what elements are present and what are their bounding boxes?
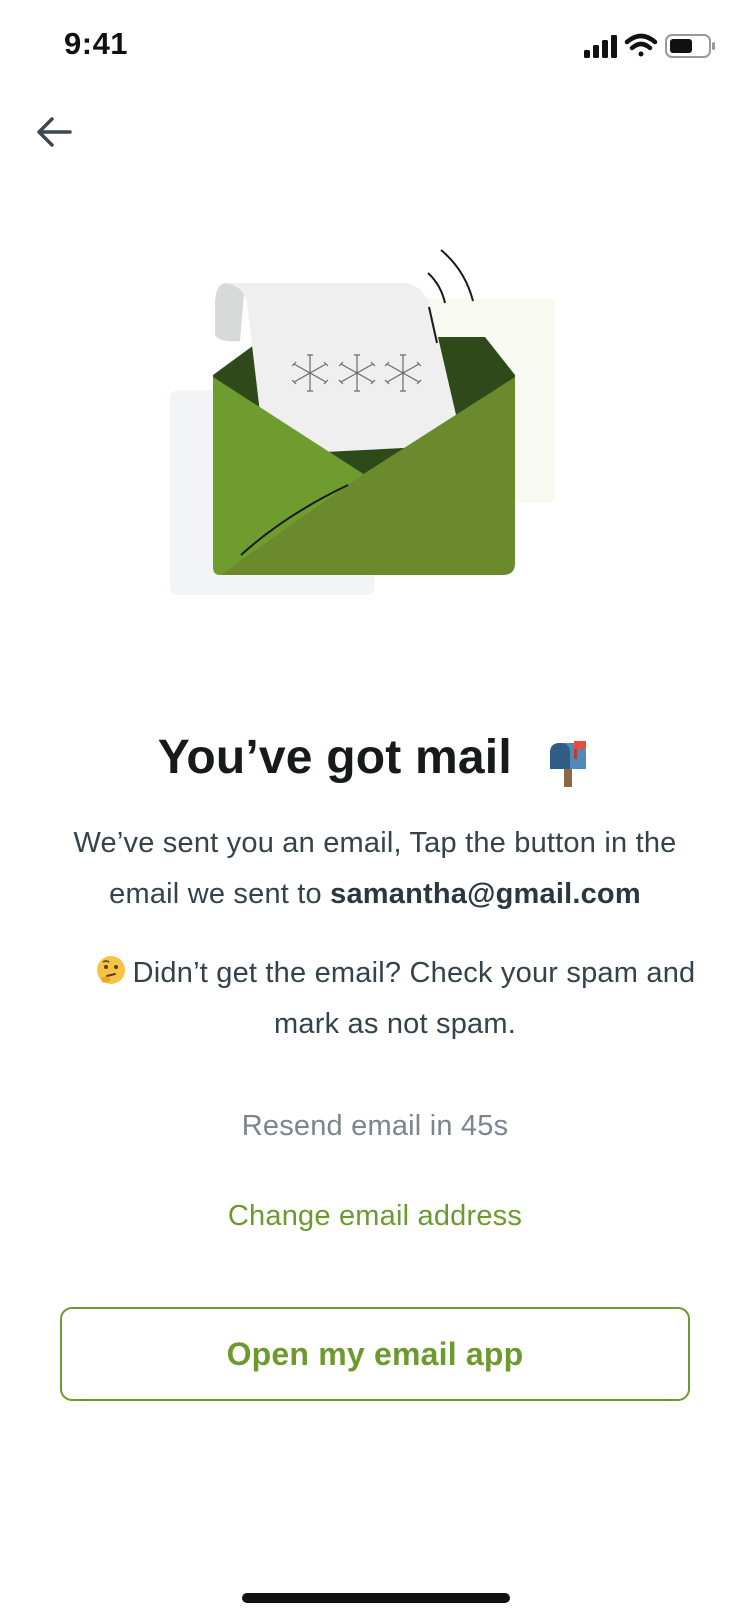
spam-hint: Didn’t get the email? Check your spam an… [70, 948, 720, 1050]
email-address: samantha@gmail.com [330, 878, 641, 910]
arrow-left-icon [37, 117, 72, 147]
wifi-icon [624, 33, 658, 57]
open-email-app-button[interactable]: Open my email app [60, 1307, 690, 1401]
title-row: You’ve got mail [0, 730, 750, 793]
back-button[interactable] [30, 108, 78, 156]
page-title: You’ve got mail [157, 731, 512, 784]
signal-icon [584, 35, 617, 58]
status-time: 9:41 [64, 26, 129, 61]
status-icons [584, 33, 715, 58]
thinking-face-icon [96, 956, 125, 985]
open-envelope-illustration [170, 249, 555, 595]
status-bar: 9:41 [0, 0, 750, 92]
battery-icon [665, 34, 715, 58]
spam-hint-text: Didn’t get the email? Check your spam an… [132, 957, 696, 1040]
mailbox-with-raised-flag-icon [550, 740, 587, 787]
home-indicator [242, 1593, 510, 1603]
resend-countdown: Resend email in 45s [241, 1110, 509, 1142]
change-email-link[interactable]: Change email address [200, 1200, 550, 1233]
letter-curl [215, 283, 245, 342]
description: We’ve sent you an email, Tap the button … [40, 818, 710, 920]
